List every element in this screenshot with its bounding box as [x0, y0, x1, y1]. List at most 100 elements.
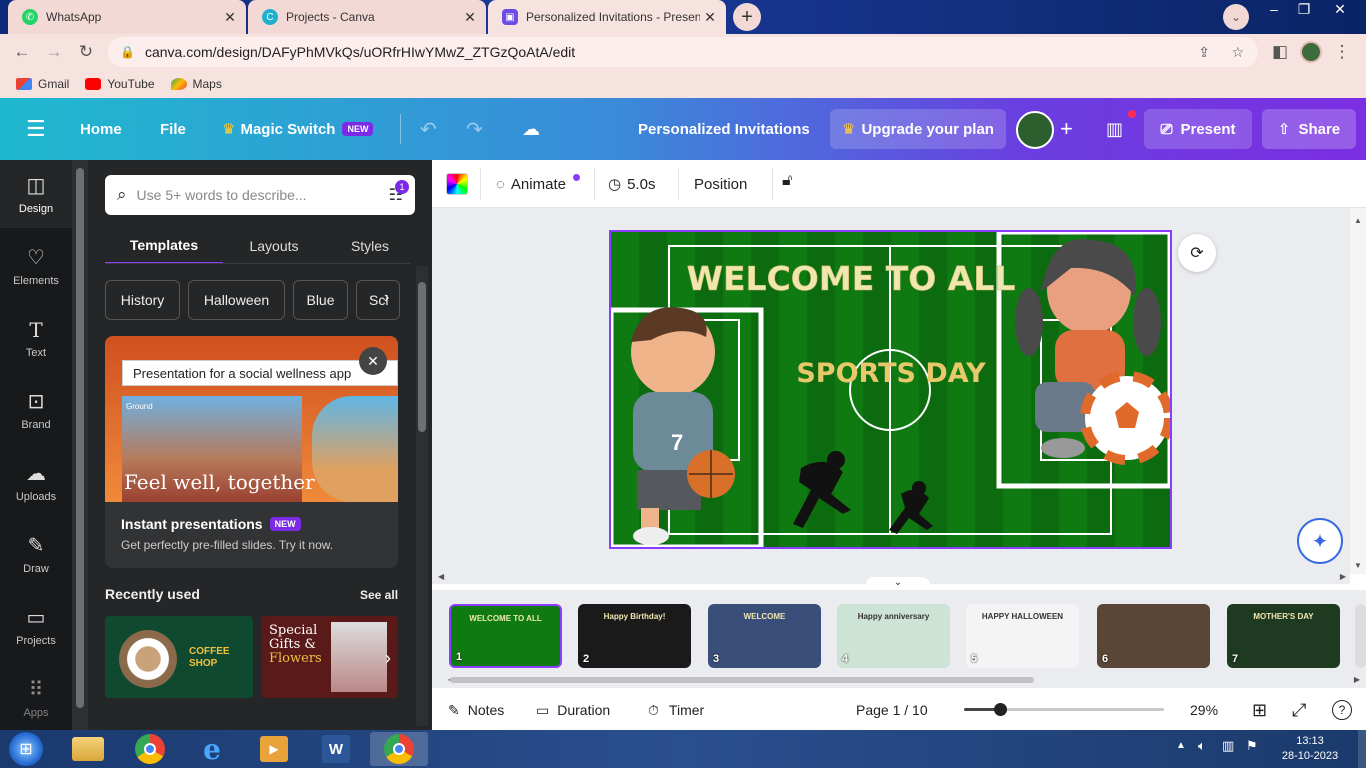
grid-view-icon[interactable]: ⊞: [1252, 690, 1267, 730]
magic-switch-button[interactable]: ♛ Magic Switch NEW: [222, 98, 374, 160]
rail-item-apps[interactable]: ⠿ Apps: [0, 664, 72, 732]
scroll-thumb[interactable]: [450, 677, 1034, 683]
duration-toggle-button[interactable]: ▭ Duration: [536, 690, 610, 730]
profile-avatar[interactable]: [1300, 41, 1322, 63]
notes-button[interactable]: ✎ Notes: [448, 690, 504, 730]
bookmark-youtube[interactable]: YouTube: [85, 77, 155, 91]
chevron-right-icon[interactable]: ›: [384, 289, 389, 307]
slide-canvas[interactable]: 7 WELCOME TO ALL SPORTS DAY: [609, 230, 1172, 549]
chip-sci[interactable]: Sci: [356, 280, 400, 320]
rail-item-elements[interactable]: ♡ Elements: [0, 232, 72, 300]
close-icon[interactable]: ✕: [460, 9, 480, 26]
page-thumbnail[interactable]: 6: [1097, 604, 1210, 668]
color-picker-swatch[interactable]: [446, 173, 468, 195]
page-indicator[interactable]: Page 1 / 10: [856, 690, 928, 730]
page-thumbnail[interactable]: WELCOME 3: [708, 604, 821, 668]
help-icon[interactable]: ?: [1332, 690, 1352, 730]
lock-icon[interactable]: 🔓︎: [782, 172, 792, 190]
rail-item-brand[interactable]: ⊡ Brand: [0, 376, 72, 444]
chrome-taskbar-icon[interactable]: [128, 732, 172, 766]
slide-subtitle[interactable]: SPORTS DAY: [796, 358, 986, 389]
canvas-scrollbar[interactable]: ▲ ▼: [1350, 208, 1366, 574]
see-all-link[interactable]: See all: [360, 588, 398, 602]
duration-button[interactable]: ◷ 5.0s: [608, 160, 655, 208]
action-center-icon[interactable]: ⚑: [1246, 738, 1258, 754]
tab-templates[interactable]: Templates: [105, 228, 223, 264]
user-avatar[interactable]: [1016, 111, 1054, 149]
share-page-icon[interactable]: ⇪: [1198, 44, 1210, 61]
upgrade-plan-button[interactable]: ♛ Upgrade your plan: [830, 109, 1006, 149]
chrome-active-taskbar-icon[interactable]: [370, 732, 428, 766]
restore-icon[interactable]: ❐: [1288, 0, 1320, 20]
network-icon[interactable]: ▥: [1222, 738, 1234, 754]
zoom-slider-knob[interactable]: [994, 703, 1007, 716]
tab-whatsapp[interactable]: ✆ WhatsApp ✕: [8, 0, 246, 34]
home-button[interactable]: Home: [80, 98, 122, 160]
windows-start-icon[interactable]: ⊞: [4, 732, 48, 766]
bookmark-gmail[interactable]: Gmail: [16, 77, 69, 91]
redo-icon[interactable]: ↷: [466, 98, 483, 160]
thumbs-scrollbar[interactable]: ◀ ▶: [448, 675, 1360, 685]
timer-button[interactable]: ⏱ Timer: [648, 690, 704, 730]
animate-button[interactable]: ◌ Animate: [496, 160, 566, 208]
page-thumbnail[interactable]: Happy anniversary 4: [837, 604, 950, 668]
menu-kebab-icon[interactable]: ⋮: [1330, 40, 1354, 64]
taskbar-clock[interactable]: 13:13 28-10-2023: [1270, 734, 1350, 764]
add-collaborator-icon[interactable]: +: [1060, 98, 1073, 160]
bookmark-maps[interactable]: Maps: [170, 77, 222, 91]
close-icon[interactable]: ✕: [220, 9, 240, 26]
file-explorer-icon[interactable]: [66, 732, 110, 766]
minimize-icon[interactable]: –: [1258, 0, 1290, 20]
recent-template-coffee-shop[interactable]: COFFEE SHOP: [105, 616, 253, 698]
hamburger-menu-icon[interactable]: ☰: [26, 98, 46, 160]
zoom-level[interactable]: 29%: [1190, 690, 1218, 730]
close-icon[interactable]: ✕: [359, 347, 387, 375]
rail-item-draw[interactable]: ✎ Draw: [0, 520, 72, 588]
instant-presentations-card[interactable]: Ground Presentation for a social wellnes…: [105, 336, 398, 568]
template-search-input[interactable]: ⌕ Use 5+ words to describe... ☷ 1: [105, 175, 415, 215]
recent-template-gifts[interactable]: Special Gifts & Flowers: [261, 616, 398, 698]
page-thumbnail[interactable]: Happy Birthday! 2: [578, 604, 691, 668]
scroll-thumb[interactable]: [76, 168, 84, 708]
position-button[interactable]: Position: [694, 160, 747, 208]
tab-search-button[interactable]: ⌄: [1223, 4, 1249, 30]
tab-projects-canva[interactable]: C Projects - Canva ✕: [248, 0, 486, 34]
rail-item-design[interactable]: ◫ Design: [0, 160, 72, 228]
chip-blue[interactable]: Blue: [293, 280, 348, 320]
volume-icon[interactable]: 🔈︎: [1198, 738, 1206, 754]
side-panel-icon[interactable]: ◧: [1268, 40, 1292, 64]
present-button[interactable]: ⎚ Present: [1144, 109, 1252, 149]
document-title[interactable]: Personalized Invitations: [638, 98, 810, 160]
close-icon[interactable]: ✕: [700, 9, 720, 26]
slide-title[interactable]: WELCOME TO ALL: [686, 259, 1016, 299]
show-desktop-button[interactable]: [1358, 730, 1366, 768]
word-icon[interactable]: W: [314, 732, 358, 766]
scroll-thumb[interactable]: [418, 282, 426, 432]
panel-rail-scrollbar[interactable]: [72, 160, 88, 730]
panel-scrollbar[interactable]: [416, 266, 428, 726]
rail-item-uploads[interactable]: ☁ Uploads: [0, 448, 72, 516]
rail-item-projects[interactable]: ▭ Projects: [0, 592, 72, 660]
address-bar[interactable]: 🔒 canva.com/design/DAFyPhMVkQs/uORfrHIwY…: [108, 37, 1258, 67]
tab-personalized-invitations[interactable]: ▣ Personalized Invitations - Present ✕: [488, 0, 726, 34]
page-thumbnail[interactable]: MOTHER'S DAY 7: [1227, 604, 1340, 668]
fullscreen-icon[interactable]: ⤢: [1292, 690, 1306, 730]
chip-halloween[interactable]: Halloween: [188, 280, 285, 320]
promo-prompt-input[interactable]: Presentation for a social wellness app: [122, 360, 398, 386]
bookmark-star-icon[interactable]: ☆: [1231, 44, 1244, 61]
internet-explorer-icon[interactable]: e: [190, 732, 234, 766]
file-menu-button[interactable]: File: [160, 98, 186, 160]
undo-icon[interactable]: ↶: [420, 98, 437, 160]
collapse-pages-chevron-icon[interactable]: ⌄: [866, 577, 930, 591]
tab-layouts[interactable]: Layouts: [232, 228, 316, 264]
tray-expand-icon[interactable]: ▲: [1176, 740, 1186, 751]
forward-icon[interactable]: →: [42, 40, 66, 64]
rail-item-text[interactable]: T Text: [0, 304, 72, 372]
page-thumbnail[interactable]: HAPPY HALLOWEEN 5: [966, 604, 1079, 668]
chip-history[interactable]: History: [105, 280, 180, 320]
insights-chart-icon[interactable]: ▥: [1106, 98, 1123, 160]
tab-styles[interactable]: Styles: [334, 228, 406, 264]
reload-icon[interactable]: ↻: [74, 40, 98, 64]
chevron-right-icon[interactable]: ›: [385, 648, 391, 669]
new-tab-button[interactable]: +: [733, 3, 761, 31]
